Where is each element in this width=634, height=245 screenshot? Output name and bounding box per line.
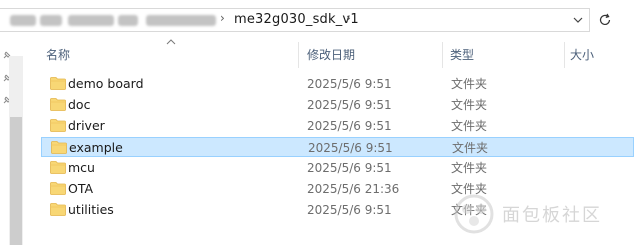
file-row[interactable]: mcu 2025/5/6 9:51 文件夹 — [41, 158, 634, 178]
refresh-icon — [599, 13, 611, 26]
address-bar: › me32g030_sdk_v1 › — [0, 0, 634, 38]
file-date: 2025/5/6 9:51 — [307, 98, 392, 112]
breadcrumb[interactable]: › me32g030_sdk_v1 › — [0, 8, 590, 32]
file-date: 2025/5/6 9:51 — [307, 203, 392, 217]
breadcrumb-blurred-segment-5[interactable] — [146, 15, 216, 26]
file-type: 文件夹 — [451, 161, 488, 175]
file-date: 2025/5/6 21:36 — [307, 182, 400, 196]
folder-icon — [50, 77, 66, 90]
file-explorer-window: › me32g030_sdk_v1 › 名称 修改日期 类型 大小 demo b… — [0, 0, 634, 245]
watermark: 面包板社区 — [452, 192, 628, 236]
breadcrumb-blurred-segment-4[interactable] — [118, 15, 138, 26]
address-dropdown-button[interactable] — [566, 8, 590, 32]
file-name: mcu — [68, 160, 95, 175]
breadcrumb-separator[interactable]: › — [220, 11, 225, 25]
folder-icon — [50, 203, 66, 216]
file-name: doc — [68, 97, 91, 112]
file-type: 文件夹 — [451, 77, 488, 91]
column-header-name[interactable]: 名称 — [46, 47, 70, 63]
folder-icon — [50, 119, 66, 132]
column-header-size[interactable]: 大小 — [570, 47, 594, 63]
file-row[interactable]: driver 2025/5/6 9:51 文件夹 — [41, 116, 634, 136]
chevron-down-icon — [573, 17, 583, 23]
watermark-logo-icon — [454, 194, 494, 234]
watermark-text: 面包板社区 — [502, 205, 602, 226]
file-date: 2025/5/6 9:51 — [307, 77, 392, 91]
file-date: 2025/5/6 9:51 — [307, 119, 392, 133]
file-date: 2025/5/6 9:51 — [307, 161, 392, 175]
file-row[interactable]: example 2025/5/6 9:51 文件夹 — [41, 137, 634, 157]
file-type: 文件夹 — [451, 119, 488, 133]
folder-icon — [50, 161, 66, 174]
file-row[interactable]: doc 2025/5/6 9:51 文件夹 — [41, 95, 634, 115]
breadcrumb-separator[interactable]: › — [346, 11, 351, 25]
refresh-button[interactable] — [593, 8, 617, 32]
file-date: 2025/5/6 9:51 — [308, 141, 393, 155]
file-name: example — [69, 140, 123, 155]
folder-icon — [51, 141, 67, 154]
column-header-type[interactable]: 类型 — [450, 47, 474, 63]
breadcrumb-blurred-segment-3[interactable] — [68, 15, 114, 26]
breadcrumb-current-folder[interactable]: me32g030_sdk_v1 — [234, 12, 359, 27]
folder-icon — [50, 182, 66, 195]
file-name: demo board — [68, 76, 144, 91]
column-divider[interactable] — [298, 42, 299, 68]
column-divider[interactable] — [564, 42, 565, 68]
file-name: utilities — [68, 202, 114, 217]
file-row[interactable]: demo board 2025/5/6 9:51 文件夹 — [41, 74, 634, 94]
file-type: 文件夹 — [452, 141, 489, 155]
file-type: 文件夹 — [451, 98, 488, 112]
file-name: driver — [68, 118, 105, 133]
column-header-date[interactable]: 修改日期 — [307, 47, 355, 63]
column-headers: 名称 修改日期 类型 大小 — [24, 38, 634, 70]
column-divider[interactable] — [442, 42, 443, 68]
file-name: OTA — [68, 181, 94, 196]
sort-ascending-icon — [166, 39, 176, 45]
navigation-scrollbar-thumb[interactable] — [10, 117, 22, 245]
folder-icon — [50, 98, 66, 111]
breadcrumb-blurred-segment-1[interactable] — [10, 15, 36, 26]
breadcrumb-blurred-segment-2[interactable] — [40, 15, 62, 26]
